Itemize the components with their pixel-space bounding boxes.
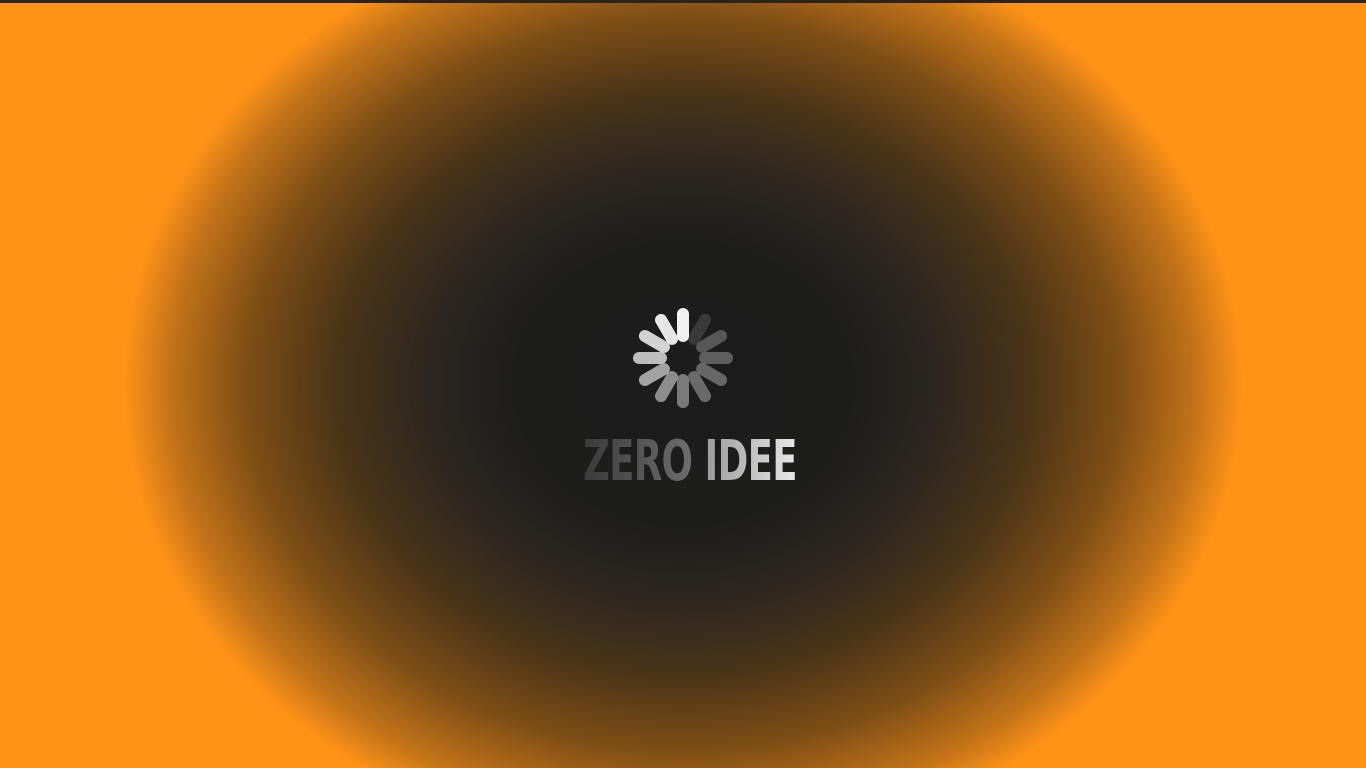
spinner-spoke: [688, 371, 711, 403]
brand-word-idee: IDEE: [704, 429, 798, 494]
spinner-spoke: [655, 313, 678, 345]
spinner-spoke: [638, 363, 670, 386]
spinner-spoke: [688, 313, 711, 345]
spinner-spoke: [638, 330, 670, 353]
brand-logo-text: ZERO IDEE: [583, 429, 797, 494]
spinner-spoke: [655, 371, 678, 403]
spinner-spoke: [696, 330, 728, 353]
spinner-spoke: [696, 363, 728, 386]
loading-spinner-icon: [633, 308, 733, 408]
loading-indicator: [0, 0, 1366, 768]
brand-word-zero: ZERO: [583, 429, 693, 494]
